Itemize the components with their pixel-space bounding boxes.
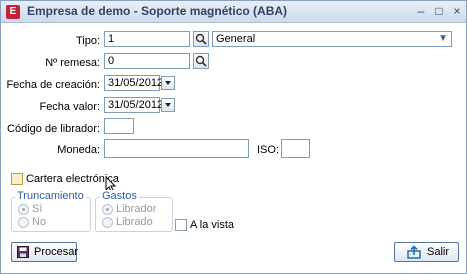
exit-icon	[407, 245, 421, 259]
iso-input[interactable]	[281, 139, 310, 158]
salir-label: Salir	[427, 246, 450, 258]
fecha-valor-dropdown[interactable]	[161, 98, 175, 112]
a-la-vista-label: A la vista	[190, 219, 235, 231]
truncamiento-si-radio[interactable]	[18, 204, 29, 215]
maximize-button[interactable]: □	[431, 3, 447, 19]
a-la-vista-checkbox[interactable]	[175, 219, 187, 231]
chevron-down-icon	[165, 103, 171, 107]
procesar-button[interactable]: Procesar	[11, 242, 79, 262]
librador-label: Código de librador:	[7, 123, 100, 135]
close-button[interactable]: ×	[449, 3, 465, 19]
truncamiento-no-radio[interactable]	[18, 217, 29, 228]
search-icon	[195, 55, 207, 67]
gastos-librado-label: Librado	[116, 216, 153, 228]
truncamiento-legend: Truncamiento	[15, 190, 86, 202]
iso-label: ISO:	[257, 144, 280, 156]
fecha-valor-input[interactable]: 31/05/2012	[104, 97, 163, 113]
chevron-down-icon	[165, 81, 171, 85]
save-disk-icon	[17, 246, 29, 258]
truncamiento-si-label: Sí	[32, 203, 43, 215]
fecha-creacion-label: Fecha de creación:	[6, 79, 100, 91]
fecha-valor-label: Fecha valor:	[39, 101, 100, 113]
fecha-creacion-input[interactable]: 31/05/2012	[104, 75, 163, 91]
remesa-label: Nº remesa:	[45, 57, 100, 69]
tipo-input[interactable]: 1	[104, 31, 190, 47]
title-bar: E Empresa de demo - Soporte magnético (A…	[1, 1, 466, 23]
tipo-lookup-button[interactable]	[193, 31, 209, 47]
procesar-label: Procesar	[34, 246, 79, 258]
moneda-label: Moneda:	[57, 144, 100, 156]
cartera-checkbox[interactable]	[11, 173, 23, 185]
fecha-creacion-dropdown[interactable]	[161, 76, 175, 90]
app-icon: E	[6, 5, 20, 19]
tipo-select-value: General	[216, 33, 256, 45]
gastos-librado-radio[interactable]	[102, 217, 113, 228]
minimize-button[interactable]: –	[413, 3, 429, 19]
gastos-librador-label: Librador	[116, 203, 157, 215]
gastos-librador-radio[interactable]	[102, 204, 113, 215]
librador-input[interactable]	[104, 118, 134, 134]
tipo-select[interactable]: General ▼	[212, 31, 452, 47]
window-title: Empresa de demo - Soporte magnético (ABA…	[27, 4, 288, 18]
search-icon	[195, 33, 207, 45]
truncamiento-no-label: No	[32, 216, 47, 228]
salir-button[interactable]: Salir	[394, 242, 459, 262]
remesa-input[interactable]: 0	[104, 53, 190, 69]
form-panel: Tipo: 1 General ▼ Nº remesa: 0 Fecha de …	[1, 23, 466, 273]
chevron-down-icon: ▼	[438, 33, 448, 44]
tipo-label: Tipo:	[75, 35, 100, 47]
gastos-legend: Gastos	[100, 190, 139, 202]
moneda-input[interactable]	[104, 139, 249, 158]
window: E Empresa de demo - Soporte magnético (A…	[0, 0, 467, 274]
remesa-lookup-button[interactable]	[193, 53, 209, 69]
